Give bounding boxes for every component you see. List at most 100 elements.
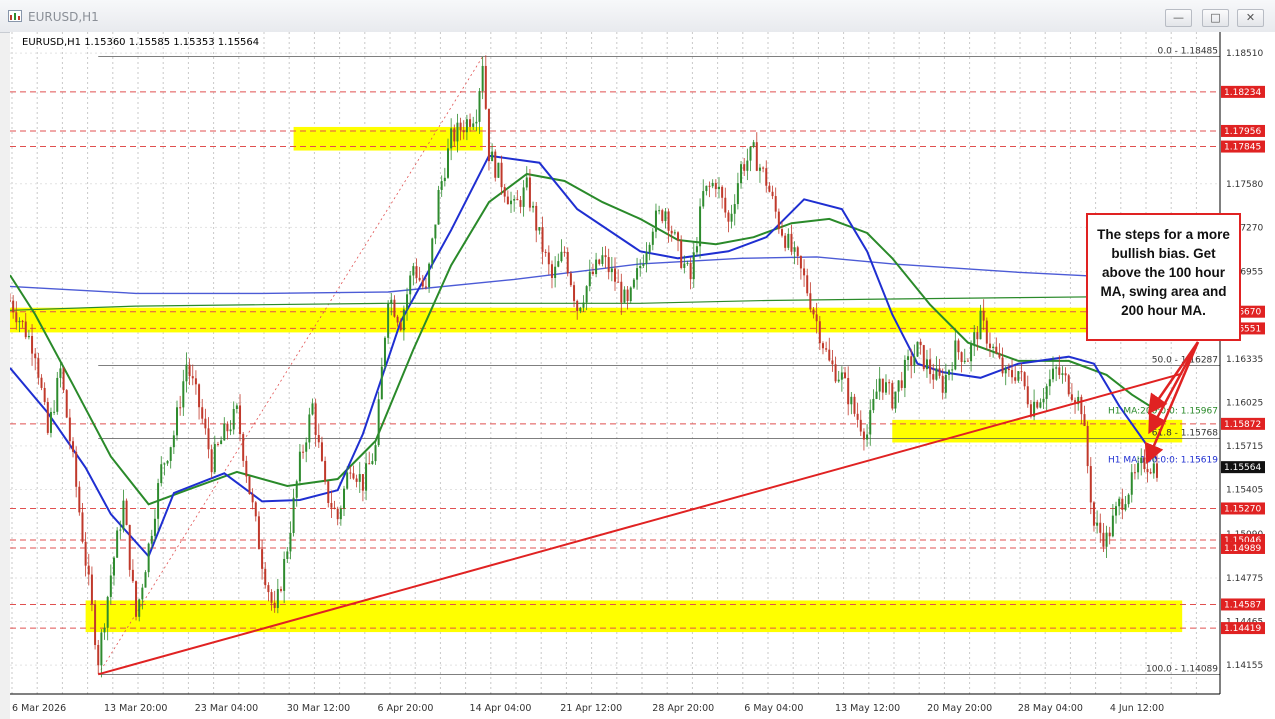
candle-body (1070, 394, 1073, 401)
maximize-button[interactable]: □ (1202, 9, 1229, 27)
candle-body (998, 353, 1001, 358)
candle-body (840, 372, 843, 380)
candle-body (314, 403, 317, 436)
candle-body (944, 374, 947, 393)
candle-body (346, 472, 349, 489)
candle-body (692, 252, 695, 280)
candle-body (292, 497, 295, 533)
candle-body (667, 211, 670, 231)
price-chart[interactable]: 0.0 - 1.1848550.0 - 1.1628761.8 - 1.1576… (10, 32, 1275, 719)
candle-body (1042, 398, 1045, 403)
candle-body (62, 368, 65, 391)
candle-body (790, 233, 793, 252)
candle-body (343, 488, 346, 509)
candle-body (317, 435, 320, 443)
candle-body (112, 557, 115, 576)
candle-body (491, 151, 494, 162)
candle-body (279, 589, 282, 591)
candle-body (46, 401, 49, 433)
candle-body (1058, 367, 1061, 375)
price-tick-label: 1.16025 (1226, 398, 1263, 408)
candle-body (648, 244, 651, 253)
candle-body (888, 382, 891, 384)
candle-body (765, 168, 768, 186)
candle-body (1039, 402, 1042, 408)
candle-body (194, 378, 197, 385)
candle-body (138, 599, 141, 617)
candle-body (799, 255, 802, 269)
candle-body (831, 360, 834, 365)
price-axis[interactable]: 1.185101.175801.172701.169551.163351.160… (1219, 32, 1275, 694)
candle-body (469, 119, 472, 127)
candle-body (639, 265, 642, 269)
candle-body (1083, 414, 1086, 427)
candle-body (1152, 463, 1155, 474)
candle-body (538, 227, 541, 231)
candle-body (954, 340, 957, 370)
candle-body (267, 585, 270, 593)
candle-body (948, 370, 951, 375)
candle-body (257, 516, 260, 550)
candle-body (711, 182, 714, 187)
candle-body (784, 235, 787, 248)
candle-body (1096, 522, 1099, 526)
candle-body (135, 581, 138, 617)
candle-body (1086, 426, 1089, 467)
annotation-box: The steps for a more bullish bias. Get a… (1086, 213, 1241, 341)
candle-body (1155, 463, 1158, 478)
candle-body (456, 122, 459, 142)
candle-body (157, 483, 160, 519)
candle-body (424, 286, 427, 288)
candle-body (585, 286, 588, 303)
candle-body (434, 224, 437, 239)
candle-body (853, 396, 856, 414)
candle-body (339, 508, 342, 520)
candle-body (510, 200, 513, 205)
candle-body (81, 512, 84, 542)
candle-body (588, 271, 591, 287)
candle-body (793, 247, 796, 252)
candle-body (377, 399, 380, 446)
minimize-button[interactable]: — (1165, 9, 1192, 27)
candle-body (658, 210, 661, 212)
candle-body (374, 445, 377, 462)
candle-body (12, 300, 15, 313)
candle-body (875, 391, 878, 399)
candle-body (232, 408, 235, 430)
candle-body (708, 185, 711, 187)
candle-body (661, 210, 664, 222)
candle-body (239, 405, 242, 435)
candle-body (1115, 506, 1118, 516)
candle-body (349, 472, 352, 474)
candle-body (973, 332, 976, 344)
candle-body (223, 423, 226, 441)
candle-body (664, 211, 667, 222)
candle-body (503, 187, 506, 197)
candle-body (308, 414, 311, 443)
candle-body (1130, 472, 1133, 495)
window-title: EURUSD,H1 (28, 10, 99, 24)
candle-body (686, 262, 689, 264)
candle-body (160, 464, 163, 484)
candle-body (850, 396, 853, 405)
candle-body (620, 281, 623, 303)
candle-body (298, 451, 301, 482)
candle-body (1099, 522, 1102, 533)
candle-body (614, 268, 616, 282)
candle-body (642, 263, 645, 266)
candle-body (818, 321, 821, 344)
candle-body (103, 627, 106, 633)
candle-body (1124, 504, 1127, 510)
close-button[interactable]: ✕ (1237, 9, 1264, 27)
candle-body (462, 130, 465, 133)
candle-body (547, 252, 550, 265)
candle-body (254, 502, 257, 517)
candle-body (450, 128, 453, 149)
fib-label: 100.0 - 1.14089 (1146, 664, 1218, 674)
candle-body (771, 191, 774, 197)
candle-body (591, 271, 594, 275)
candle-body (270, 592, 273, 603)
time-axis[interactable]: 6 Mar 2026 13 Mar 20:00 23 Mar 04:00 30 Mar… (10, 693, 1275, 719)
candle-body (1067, 375, 1070, 395)
candle-body (182, 381, 185, 408)
